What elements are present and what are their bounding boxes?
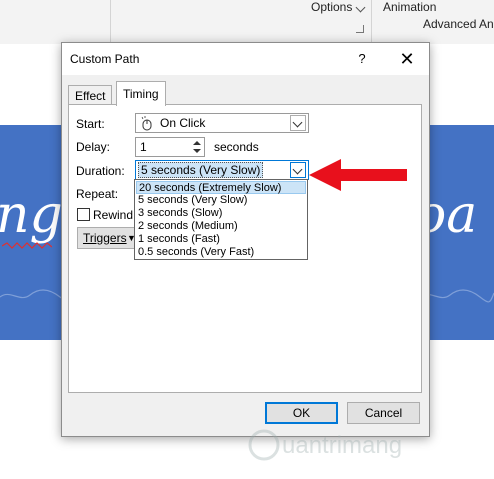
mouse-click-icon — [141, 116, 152, 131]
dialog-titlebar[interactable]: Custom Path ? ✕ — [62, 43, 429, 75]
start-dropdown-button[interactable] — [290, 115, 306, 131]
help-button[interactable]: ? — [352, 49, 372, 69]
ribbon-separator — [110, 0, 111, 44]
options-button[interactable]: Options — [311, 0, 352, 14]
rewind-checkbox[interactable] — [77, 208, 90, 221]
duration-option[interactable]: 0.5 seconds (Very Fast) — [136, 246, 306, 259]
duration-option[interactable]: 1 seconds (Fast) — [136, 233, 306, 246]
advanced-animation-group-label: Advanced Anima — [423, 17, 494, 31]
options-chevron-icon[interactable] — [355, 2, 366, 13]
chevron-down-icon — [292, 164, 303, 175]
spellcheck-squiggle — [2, 242, 52, 249]
start-value: On Click — [160, 116, 206, 130]
duration-option[interactable]: 2 seconds (Medium) — [136, 220, 306, 233]
triggers-button[interactable]: Triggers ▼ — [77, 227, 136, 249]
delay-unit-label: seconds — [214, 140, 259, 154]
ok-button[interactable]: OK — [265, 402, 338, 424]
duration-option[interactable]: 5 seconds (Very Slow) — [136, 194, 306, 207]
spin-arrows-icon[interactable] — [191, 139, 203, 155]
rewind-label: Rewind — [93, 208, 134, 222]
duration-label: Duration: — [76, 164, 125, 178]
animation-button[interactable]: Animation — [383, 0, 436, 14]
duration-options-list[interactable]: 20 seconds (Extremely Slow) 5 seconds (V… — [134, 179, 308, 260]
delay-label: Delay: — [76, 140, 111, 154]
duration-combobox[interactable]: 5 seconds (Very Slow) — [135, 160, 309, 180]
cancel-button[interactable]: Cancel — [347, 402, 420, 424]
watermark-text: uantrimang — [282, 432, 402, 459]
close-button[interactable]: ✕ — [394, 47, 420, 71]
duration-option[interactable]: 20 seconds (Extremely Slow) — [136, 181, 306, 194]
watermark-logo: uantrimang — [248, 429, 402, 461]
banner-script-text-left: ng — [0, 185, 63, 245]
dialog-title: Custom Path — [70, 52, 140, 66]
red-arrow-icon — [309, 159, 407, 191]
tab-effect[interactable]: Effect — [68, 85, 113, 106]
chevron-down-icon — [292, 117, 303, 128]
start-label: Start: — [76, 117, 105, 131]
delay-value: 1 — [140, 140, 147, 154]
duration-dropdown-button[interactable] — [290, 162, 306, 178]
start-combobox[interactable]: On Click — [135, 113, 309, 133]
repeat-label: Repeat: — [76, 187, 119, 201]
duration-value: 5 seconds (Very Slow) — [138, 162, 264, 178]
dialog-launcher-icon[interactable] — [356, 25, 364, 33]
triggers-label: Triggers — [83, 231, 127, 245]
duration-option[interactable]: 3 seconds (Slow) — [136, 207, 306, 220]
ribbon-separator — [371, 0, 372, 44]
tab-timing[interactable]: Timing — [116, 81, 166, 106]
ribbon: Options Animation Advanced Anima — [0, 0, 494, 45]
delay-spinbox[interactable]: 1 — [135, 137, 205, 157]
